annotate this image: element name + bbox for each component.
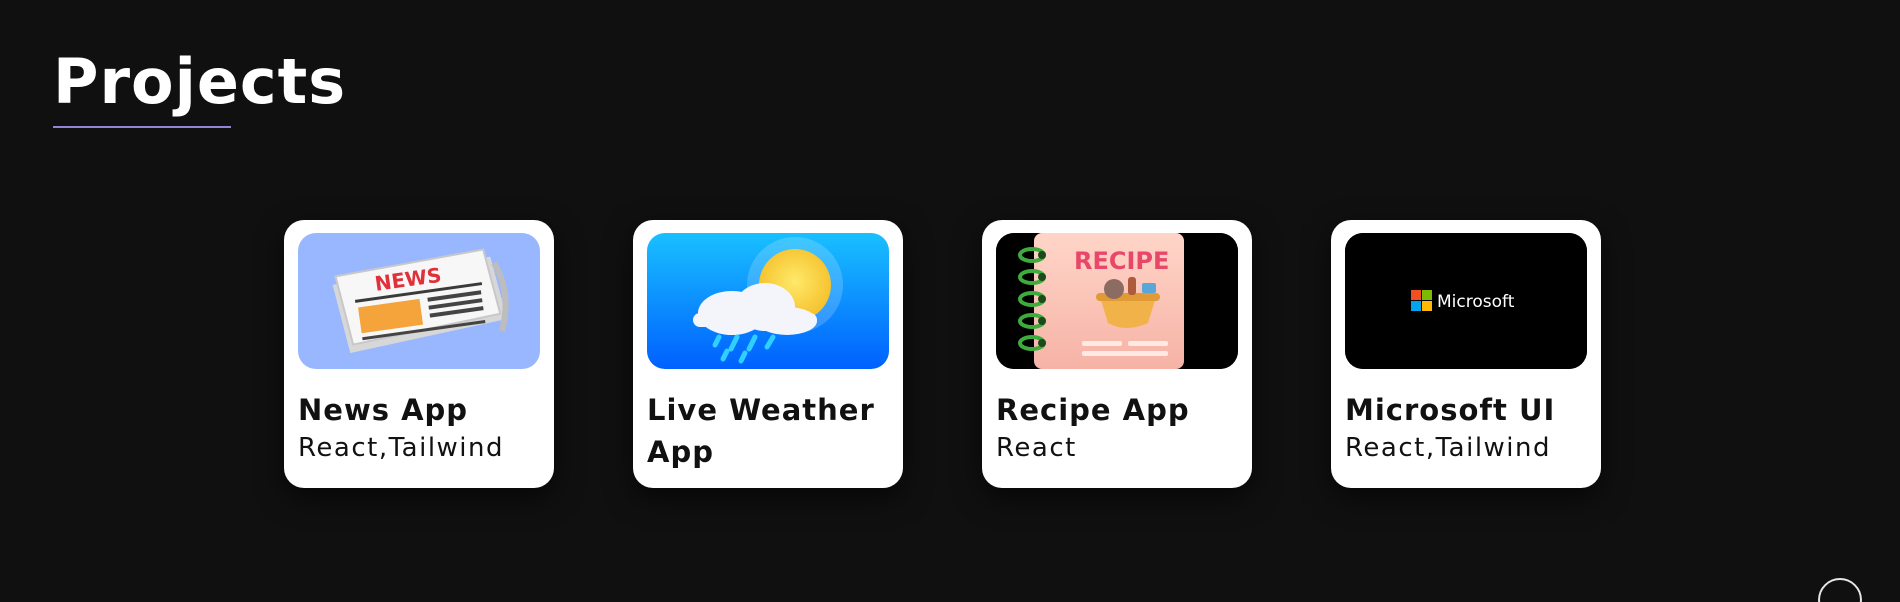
projects-grid: NEWS News App React,Tailwind Live Weathe… (284, 220, 1601, 488)
newspaper-icon: NEWS (332, 248, 509, 354)
project-thumbnail: NEWS (298, 233, 540, 369)
project-title: News App (298, 393, 469, 427)
project-thumbnail: RECIPE (996, 233, 1238, 369)
project-card-live-weather-app[interactable]: Live Weather App (633, 220, 903, 488)
title-underline (53, 126, 231, 128)
project-card-news-app[interactable]: NEWS News App React,Tailwind (284, 220, 554, 488)
project-thumbnail (647, 233, 889, 369)
project-tech: React,Tailwind (1345, 433, 1552, 463)
svg-text:Microsoft: Microsoft (1437, 292, 1515, 312)
project-title: Microsoft UI (1345, 393, 1556, 427)
svg-text:RECIPE: RECIPE (1074, 247, 1169, 275)
project-card-recipe-app[interactable]: RECIPE Recipe App React (982, 220, 1252, 488)
project-tech: React (996, 433, 1077, 463)
project-tech: React,Tailwind (298, 433, 505, 463)
scroll-top-button[interactable] (1818, 578, 1862, 602)
project-title: Live Weather App (647, 393, 875, 469)
weather-cloud-sun-icon (647, 233, 889, 369)
project-card-microsoft-ui[interactable]: Microsoft Microsoft UI React,Tailwind (1331, 220, 1601, 488)
recipe-book-icon: RECIPE (996, 233, 1238, 369)
projects-section: Projects NEWS News App React,Tailwind Li… (0, 0, 1900, 602)
section-title: Projects (53, 45, 347, 118)
microsoft-logo-icon: Microsoft (1345, 233, 1587, 369)
project-thumbnail: Microsoft (1345, 233, 1587, 369)
project-title: Recipe App (996, 393, 1190, 427)
